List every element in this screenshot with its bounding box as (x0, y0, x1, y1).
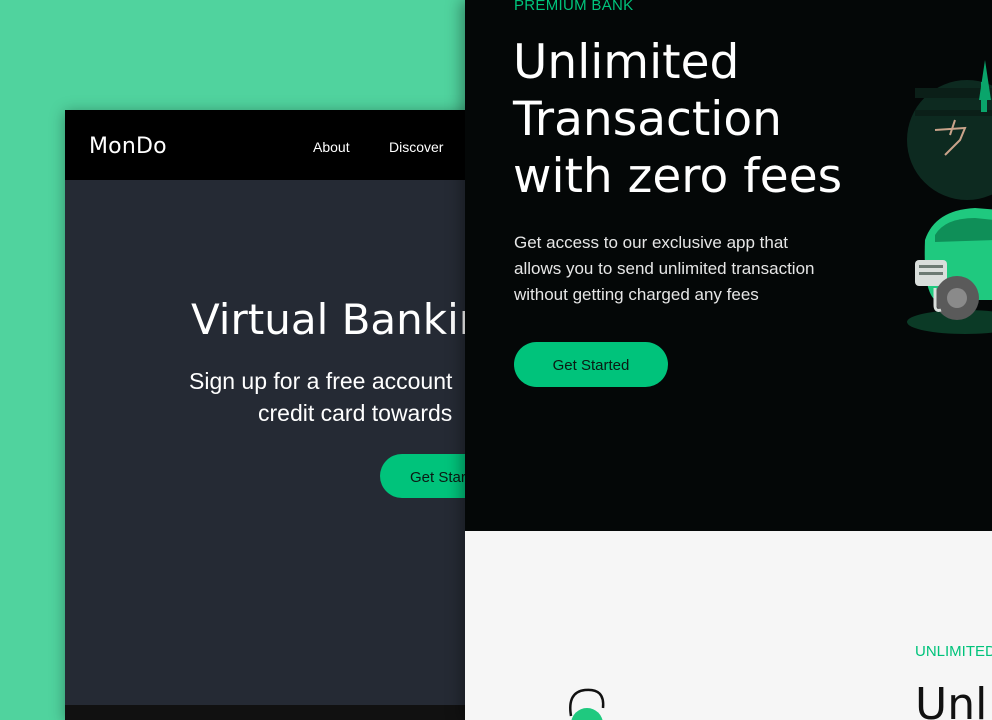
hero-title-line-2: Transaction (513, 92, 782, 147)
hero-subtitle-line-2: credit card towards (258, 400, 453, 426)
hero-description-line-1: Get access to our exclusive app that (514, 233, 789, 252)
hero-title-line-1: Unlimited (513, 35, 740, 90)
hero-description-line-3: without getting charged any fees (514, 285, 759, 304)
hero-description-line-2: allows you to send unlimited transaction (514, 259, 815, 278)
hero-description: Get access to our exclusive app that all… (514, 230, 854, 308)
hero-section: PREMIUM BANK Unlimited Transaction with … (465, 0, 992, 531)
car-illustration-icon (907, 60, 992, 334)
hero-eyebrow: PREMIUM BANK (514, 0, 634, 14)
nav-link-about[interactable]: About (313, 139, 350, 155)
footer-bar (65, 705, 525, 720)
premium-bank-window: PREMIUM BANK Unlimited Transaction with … (465, 0, 992, 720)
logo[interactable]: MonDo (89, 134, 167, 159)
section-eyebrow: UNLIMITED (915, 643, 992, 660)
nav-link-discover[interactable]: Discover (389, 139, 443, 155)
hero-subtitle-line-1: Sign up for a free account (189, 368, 453, 394)
hero-title: Virtual Banking (191, 295, 513, 344)
hero-title-line-3: with zero fees (513, 149, 843, 204)
mondo-window: MonDo About Discover Virtual Banking Sig… (65, 110, 525, 720)
features-section: UNLIMITED Unl (465, 531, 992, 720)
section-title: Unl (915, 679, 988, 720)
card-illustration-icon (569, 688, 605, 720)
get-started-button[interactable]: Get Started (514, 342, 668, 387)
hero-title: Unlimited Transaction with zero fees (513, 34, 842, 205)
navbar: MonDo About Discover (65, 110, 525, 180)
